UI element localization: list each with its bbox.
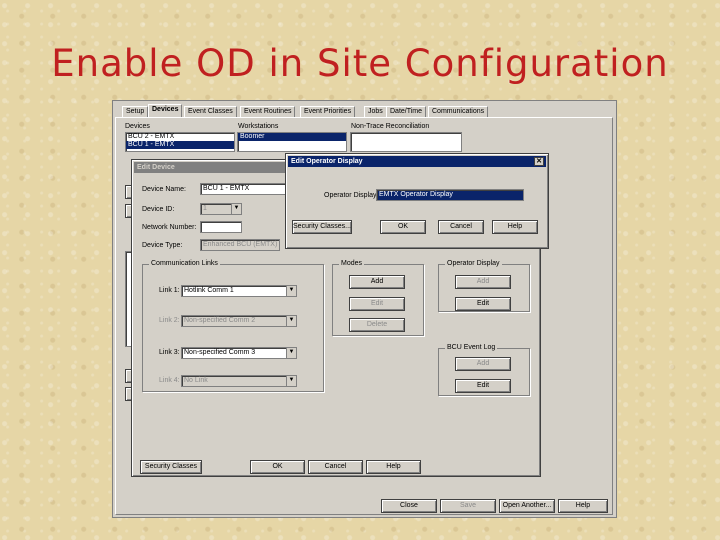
link-3-label: Link 3: <box>159 349 180 356</box>
help-button-main[interactable]: Help <box>558 499 608 513</box>
edit-operator-display-title: Edit Operator Display <box>291 158 363 165</box>
device-item-selected[interactable]: BCU 1 - EMTX <box>126 141 234 149</box>
devices-label: Devices <box>125 123 150 130</box>
operator-display-input[interactable]: EMTX Operator Display <box>376 189 524 201</box>
modes-title: Modes <box>339 260 365 267</box>
edit-operator-display-dialog: Edit Operator Display ✕ Operator Display… <box>285 153 549 249</box>
non-trace-list[interactable] <box>350 132 462 152</box>
modes-group: Modes Add Edit Delete <box>332 260 424 336</box>
non-trace-label: Non-Trace Reconciliation <box>351 123 430 130</box>
device-type-field: Enhanced BCU (EMTX) <box>200 239 280 251</box>
chevron-down-icon[interactable]: ▼ <box>286 348 296 358</box>
od-ok-button[interactable]: OK <box>380 220 426 234</box>
od-edit-button[interactable]: Edit <box>455 297 511 311</box>
device-id-combo[interactable]: 1 ▼ <box>200 203 242 215</box>
link-4-value: No Link <box>184 377 208 384</box>
communication-links-title: Communication Links <box>149 260 220 267</box>
save-button[interactable]: Save <box>440 499 496 513</box>
ok-button[interactable]: OK <box>250 460 305 474</box>
security-classes-button[interactable]: Security Classes <box>140 460 202 474</box>
tab-devices[interactable]: Devices <box>148 104 183 118</box>
device-item[interactable]: BCU 2 - EMTX <box>126 133 234 141</box>
link-3-value: Non-specified Comm 3 <box>184 349 256 356</box>
tab-date-time[interactable]: Date/Time <box>386 106 427 117</box>
device-name-label: Device Name: <box>142 186 186 193</box>
close-icon[interactable]: ✕ <box>534 157 544 166</box>
workstation-item[interactable]: Boomer <box>238 133 346 141</box>
chevron-down-icon[interactable]: ▼ <box>286 316 296 326</box>
od-help-button[interactable]: Help <box>492 220 538 234</box>
edit-operator-display-titlebar: Edit Operator Display ✕ <box>288 156 546 167</box>
cancel-button[interactable]: Cancel <box>308 460 363 474</box>
modes-edit-button[interactable]: Edit <box>349 297 405 311</box>
network-number-label: Network Number: <box>142 224 197 231</box>
event-log-edit-button[interactable]: Edit <box>455 379 511 393</box>
device-name-input[interactable]: BCU 1 - EMTX <box>200 183 286 195</box>
link-1-label: Link 1: <box>159 287 180 294</box>
device-id-value: 1 <box>203 205 207 212</box>
tab-event-routines[interactable]: Event Routines <box>240 106 296 117</box>
workstations-list[interactable]: Boomer <box>237 132 347 152</box>
site-configuration-window: Setup Devices Event Classes Event Routin… <box>112 100 617 518</box>
open-another-button[interactable]: Open Another... <box>499 499 555 513</box>
devices-list[interactable]: BCU 2 - EMTX BCU 1 - EMTX <box>125 132 235 152</box>
close-button[interactable]: Close <box>381 499 437 513</box>
link-3-combo[interactable]: Non-specified Comm 3 ▼ <box>181 347 297 359</box>
link-2-combo[interactable]: Non-specified Comm 2 ▼ <box>181 315 297 327</box>
chevron-down-icon[interactable]: ▼ <box>286 286 296 296</box>
network-number-input[interactable] <box>200 221 242 233</box>
chevron-down-icon[interactable]: ▼ <box>231 204 241 214</box>
bcu-event-log-group: BCU Event Log Add Edit <box>438 344 530 396</box>
operator-display-label: Operator Display: <box>324 192 379 199</box>
operator-display-group: Operator Display Add Edit <box>438 260 530 312</box>
tab-communications[interactable]: Communications <box>428 106 489 117</box>
link-4-combo[interactable]: No Link ▼ <box>181 375 297 387</box>
tab-event-priorities[interactable]: Event Priorities <box>300 106 356 117</box>
operator-display-title: Operator Display <box>445 260 502 267</box>
link-1-combo[interactable]: Hotlink Comm 1 ▼ <box>181 285 297 297</box>
device-id-label: Device ID: <box>142 206 175 213</box>
workstations-label: Workstations <box>238 123 279 130</box>
slide-title: Enable OD in Site Configuration <box>51 42 669 85</box>
link-2-label: Link 2: <box>159 317 180 324</box>
modes-add-button[interactable]: Add <box>349 275 405 289</box>
tab-setup[interactable]: Setup <box>122 106 149 117</box>
bcu-event-log-title: BCU Event Log <box>445 344 498 351</box>
link-2-value: Non-specified Comm 2 <box>184 317 256 324</box>
modes-delete-button[interactable]: Delete <box>349 318 405 332</box>
od-add-button[interactable]: Add <box>455 275 511 289</box>
od-security-classes-button[interactable]: Security Classes... <box>292 220 352 234</box>
event-log-add-button[interactable]: Add <box>455 357 511 371</box>
od-cancel-button[interactable]: Cancel <box>438 220 484 234</box>
help-button[interactable]: Help <box>366 460 421 474</box>
device-type-label: Device Type: <box>142 242 183 249</box>
link-4-label: Link 4: <box>159 377 180 384</box>
tab-event-classes[interactable]: Event Classes <box>184 106 237 117</box>
link-1-value: Hotlink Comm 1 <box>184 287 234 294</box>
communication-links-group: Communication Links Link 1: Hotlink Comm… <box>142 260 324 392</box>
chevron-down-icon[interactable]: ▼ <box>286 376 296 386</box>
tab-jobs[interactable]: Jobs <box>364 106 387 117</box>
